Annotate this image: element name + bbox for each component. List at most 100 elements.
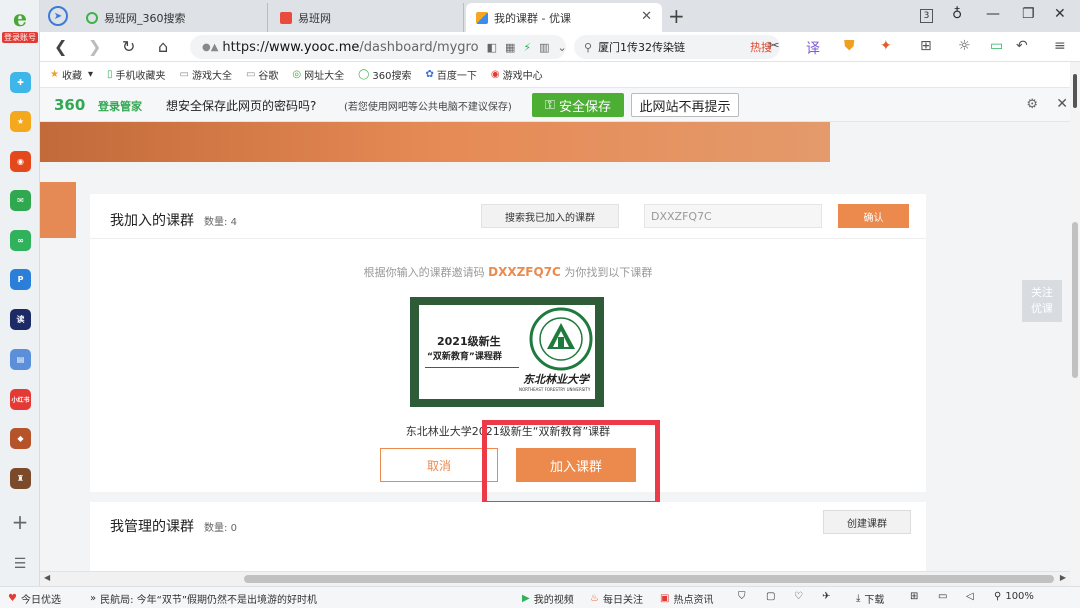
cloud-icon[interactable]: ∞ bbox=[10, 230, 31, 251]
hot-news[interactable]: ▣ 热点资讯 bbox=[660, 591, 713, 606]
battery-icon[interactable]: ▭ bbox=[990, 38, 1003, 54]
bookmark-item[interactable]: ▭ 游戏大全 bbox=[180, 67, 232, 82]
p-app-icon[interactable]: P bbox=[10, 269, 31, 290]
scroll-left-icon[interactable]: ◀ bbox=[44, 573, 50, 582]
cast-icon[interactable]: ▭ bbox=[938, 591, 947, 602]
vertical-scrollbar[interactable] bbox=[1070, 62, 1080, 586]
new-tab-icon[interactable]: + bbox=[668, 4, 685, 28]
reload-icon[interactable]: ↻ bbox=[122, 37, 135, 56]
safe-save-button[interactable]: ⚿ 安全保存 bbox=[532, 93, 624, 117]
password-save-bar: 360 登录管家 想安全保存此网页的密码吗? (若您使用网吧等公共电脑不建议保存… bbox=[40, 88, 1080, 122]
daily-follow[interactable]: ♨ 每日关注 bbox=[590, 591, 643, 606]
chevron-down-icon[interactable]: ▾ bbox=[88, 69, 93, 80]
back-icon[interactable]: ❮ bbox=[54, 37, 67, 56]
gear-icon[interactable]: ⚙ bbox=[1026, 97, 1038, 112]
forward-icon[interactable]: ❯ bbox=[88, 37, 101, 56]
bookmark-item[interactable]: ▯ 手机收藏夹 bbox=[107, 67, 166, 82]
tab-count-icon[interactable]: 3 bbox=[920, 9, 933, 23]
weibo-icon[interactable]: ◉ bbox=[10, 151, 31, 172]
bookmark-item[interactable]: ✿ 百度一下 bbox=[425, 67, 476, 82]
grid-status-icon[interactable]: ⊞ bbox=[910, 591, 918, 602]
apps-grid-icon[interactable]: ⊞ bbox=[920, 38, 932, 54]
reader-icon[interactable]: ▥ bbox=[539, 41, 549, 54]
tab-360-search[interactable]: 易班网_360搜索 bbox=[76, 3, 268, 32]
shirt-icon[interactable]: ♁ bbox=[952, 6, 962, 22]
news-icon[interactable]: 读 bbox=[10, 309, 31, 330]
red-app-icon[interactable]: 小红书 bbox=[10, 389, 31, 410]
news-ticker[interactable]: » 民航局: 今年“双节”假期仍然不是出境游的好时机 bbox=[90, 591, 317, 606]
url-path: /dashboard/mygro bbox=[359, 39, 479, 55]
site-info-icon[interactable]: ●▲ bbox=[202, 42, 218, 53]
undo-icon[interactable]: ↶ bbox=[1016, 38, 1028, 54]
shield-status-icon[interactable]: ⛉ bbox=[738, 591, 746, 602]
tab-favicon-icon bbox=[86, 11, 98, 24]
window-status-icon[interactable]: ▢ bbox=[766, 591, 775, 602]
joined-groups-count: 数量: 4 bbox=[204, 213, 237, 228]
invite-code-input[interactable]: DXXZFQ7C bbox=[644, 204, 822, 228]
vertical-scroll-thumb[interactable] bbox=[1072, 222, 1078, 378]
follow-yooc-button[interactable]: 关注 优课 bbox=[1022, 280, 1062, 322]
menu-icon[interactable]: ≡ bbox=[1054, 38, 1066, 54]
add-app-icon[interactable]: + bbox=[10, 510, 30, 534]
bookmark-item[interactable]: ★ 收藏 ▾ bbox=[50, 67, 93, 82]
bookmark-item[interactable]: ▭ 谷歌 bbox=[246, 67, 278, 82]
cancel-button[interactable]: 取消 bbox=[380, 448, 498, 482]
bolt-icon[interactable]: ⚡ bbox=[523, 41, 531, 54]
restore-icon[interactable]: ❐ bbox=[1022, 6, 1035, 22]
sidebar-menu-icon[interactable]: ☰ bbox=[12, 556, 28, 572]
gamepad-icon[interactable]: ✦ bbox=[880, 38, 892, 54]
home-icon[interactable]: ⌂ bbox=[158, 37, 168, 56]
star-icon[interactable]: ★ bbox=[10, 111, 31, 132]
browser-logo[interactable]: e 登录账号 bbox=[2, 8, 38, 43]
game2-icon[interactable]: ♜ bbox=[10, 468, 31, 489]
sound-icon[interactable]: ◁ bbox=[966, 591, 974, 602]
tab-bar: ➤ 易班网_360搜索 易班网 我的课群 - 优课 ✕ + 3 ♁ — ❐ ✕ bbox=[40, 0, 1080, 32]
confirm-button[interactable]: 确认 bbox=[838, 204, 909, 228]
close-icon[interactable]: ✕ bbox=[1056, 96, 1068, 112]
mail-icon[interactable]: ✉ bbox=[10, 190, 31, 211]
search-joined-button[interactable]: 搜索我已加入的课群 bbox=[481, 204, 619, 228]
close-window-icon[interactable]: ✕ bbox=[1054, 6, 1066, 22]
my-video[interactable]: ▶ 我的视频 bbox=[522, 591, 574, 606]
bookmark-item[interactable]: ◯ 360搜索 bbox=[358, 67, 411, 82]
key-icon: ⚿ bbox=[545, 97, 555, 113]
minimize-icon[interactable]: — bbox=[986, 6, 1000, 22]
tab-yiban[interactable]: 易班网 bbox=[270, 3, 464, 32]
horizontal-scroll-thumb[interactable] bbox=[244, 575, 1054, 583]
health-icon[interactable]: ♡ bbox=[794, 591, 803, 602]
search-icon: ◯ bbox=[358, 69, 370, 80]
never-for-site-button[interactable]: 此网站不再提示 bbox=[631, 93, 739, 117]
page-viewport: 我加入的课群 数量: 4 搜索我已加入的课群 DXXZFQ7C 确认 根据你输入… bbox=[40, 122, 1070, 571]
tab-title: 易班网_360搜索 bbox=[104, 11, 186, 25]
translate-icon[interactable]: 译 bbox=[806, 38, 820, 58]
scroll-right-icon[interactable]: ▶ bbox=[1060, 573, 1066, 582]
scissors-icon[interactable]: ✂ bbox=[768, 38, 780, 54]
extension-icon[interactable]: ◧ bbox=[487, 41, 497, 54]
game-icon[interactable]: ◆ bbox=[10, 428, 31, 449]
address-bar[interactable]: ●▲ https:// www.yooc.me /dashboard/mygro… bbox=[190, 35, 567, 59]
shield-icon[interactable]: ⛊ bbox=[844, 38, 855, 54]
download-status[interactable]: ⤓ 下载 bbox=[856, 591, 884, 606]
save-password-question: 想安全保存此网页的密码吗? bbox=[166, 99, 317, 113]
plus-circle-icon[interactable]: ✚ bbox=[10, 72, 31, 93]
bookmark-item[interactable]: ◎ 网址大全 bbox=[292, 67, 344, 82]
brightness-icon[interactable]: ☼ bbox=[958, 38, 971, 54]
address-toolbar: ❮ ❯ ↻ ⌂ ●▲ https:// www.yooc.me /dashboa… bbox=[40, 32, 1080, 62]
bookmark-label: 网址大全 bbox=[304, 71, 345, 82]
brand-sub-label: 登录管家 bbox=[98, 100, 142, 113]
zoom-control[interactable]: ⚲ 100% bbox=[994, 591, 1034, 602]
compass-icon[interactable]: ➤ bbox=[48, 6, 68, 26]
qr-icon[interactable]: ▦ bbox=[505, 41, 515, 54]
chevron-down-icon[interactable]: ⌄ bbox=[558, 41, 567, 54]
course-cover-image[interactable]: 2021级新生 “双新教育”课程群 东北林业大学 NORTHEAST FORES… bbox=[410, 297, 604, 407]
bookmark-item[interactable]: ◉ 游戏中心 bbox=[491, 67, 543, 82]
today-picks[interactable]: ♥ 今日优选 bbox=[8, 591, 61, 606]
tab-my-course-groups[interactable]: 我的课群 - 优课 ✕ bbox=[466, 3, 662, 32]
plane-icon[interactable]: ✈ bbox=[822, 591, 830, 602]
close-tab-icon[interactable]: ✕ bbox=[641, 9, 652, 24]
tab-title: 易班网 bbox=[298, 11, 331, 25]
horizontal-scrollbar[interactable]: ◀ ▶ bbox=[40, 571, 1070, 586]
create-group-button[interactable]: 创建课群 bbox=[823, 510, 911, 534]
doc-icon[interactable]: ▤ bbox=[10, 349, 31, 370]
search-box[interactable]: ⚲ 厦门1传32传染链 热搜 bbox=[574, 35, 780, 59]
